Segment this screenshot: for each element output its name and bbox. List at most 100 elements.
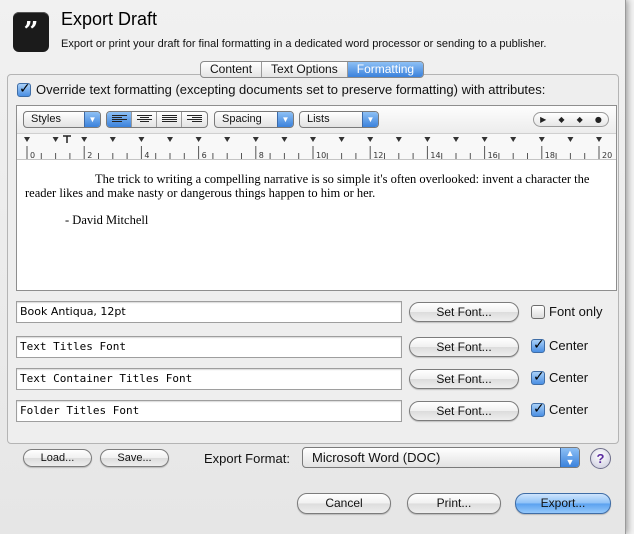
tab-stop-marker [52,137,59,142]
tab-stop-marker [195,137,202,142]
ruler-label: 2 [87,151,92,160]
export-format-value: Microsoft Word (DOC) [312,450,441,465]
tab-stop-marker [81,137,88,142]
dialog-subtitle: Export or print your draft for final for… [61,38,547,50]
tab-stop-marker [596,137,602,142]
ruler-label: 8 [259,151,264,160]
scrivener-app-icon: ” [13,12,49,52]
set-container-titles-font-button[interactable]: Set Font... [409,369,519,389]
preview-attribution: - David Mitchell [65,213,149,227]
tab-stop-marker [424,137,431,142]
tab-stop-marker [24,137,30,142]
override-formatting-label: Override text formatting (excepting docu… [36,82,546,97]
tab-stop-right-icon[interactable]: ● [595,113,602,126]
app-icon-glyph: ” [23,17,39,47]
spacing-popup[interactable]: Spacing ▼ [214,111,294,128]
lists-popup-label: Lists [307,113,330,125]
dialog-title: Export Draft [61,9,158,29]
tab-content[interactable]: Content [201,62,263,77]
set-body-font-button[interactable]: Set Font... [409,302,519,322]
format-preview-editor[interactable]: Styles ▼ Spacing ▼ Lists ▼ ▶ ◆ ◆ ● 0 2 4… [16,105,617,291]
export-format-select[interactable]: Microsoft Word (DOC) ▲ ▼ [302,447,580,468]
tab-stop-marker [167,137,173,142]
spacing-popup-label: Spacing [222,113,262,125]
tab-stop-controls[interactable]: ▶ ◆ ◆ ● [533,112,609,127]
align-justify-button[interactable] [157,112,182,127]
tab-stop-marker [281,137,288,142]
preview-text: The trick to writing a compelling narrat… [25,172,610,227]
popup-arrows-icon: ▼ [277,112,293,127]
tab-stop-marker [310,137,316,142]
export-format-label: Export Format: [204,451,290,466]
align-left-icon [112,115,127,124]
checkmark-icon: ✓ [533,401,545,417]
font-only-label: Font only [549,304,603,319]
popup-arrows-icon: ▼ [362,112,378,127]
ruler-label: 16 [488,151,498,160]
align-right-icon [187,115,202,124]
tab-stop-marker [138,137,145,142]
align-center-icon [137,115,152,124]
tab-stop-left-icon[interactable]: ▶ [540,113,546,126]
align-right-button[interactable] [182,112,207,127]
align-justify-icon [162,115,177,124]
tab-text-options[interactable]: Text Options [262,62,348,77]
body-font-field[interactable]: Book Antiqua, 12pt [16,301,402,323]
select-arrows-icon: ▲ ▼ [560,448,579,467]
folder-titles-center-checkbox[interactable]: ✓ [531,401,545,417]
ruler-label: 18 [545,151,555,160]
tab-stop-marker [395,137,402,142]
folder-titles-center-label: Center [549,402,589,417]
checkmark-icon: ✓ [533,337,545,353]
tab-stop-marker [567,137,574,142]
export-button[interactable]: Export... [515,493,611,514]
popup-arrows-icon: ▼ [84,112,100,127]
align-center-button[interactable] [132,112,157,127]
container-titles-center-checkbox[interactable]: ✓ [531,369,545,385]
tab-stop-marker [538,137,545,142]
styles-popup[interactable]: Styles ▼ [23,111,101,128]
text-titles-font-field[interactable]: Text Titles Font [16,336,402,358]
container-titles-center-label: Center [549,370,589,385]
tab-stop-marker [224,137,231,142]
set-text-titles-font-button[interactable]: Set Font... [409,337,519,357]
tab-stop-marker [109,137,116,142]
ruler-label: 10 [316,151,326,160]
tab-stop-marker [367,137,374,142]
tab-stop-marker [510,137,517,142]
container-titles-font-field[interactable]: Text Container Titles Font [16,368,402,390]
tab-formatting[interactable]: Formatting [347,62,424,77]
format-bar: Styles ▼ Spacing ▼ Lists ▼ ▶ ◆ ◆ ● [17,106,616,134]
text-ruler[interactable]: 0 2 4 6 8 10 12 14 16 18 20 [17,134,616,160]
alignment-segmented-control [106,111,208,128]
checkmark-icon: ✓ [19,81,31,97]
print-button[interactable]: Print... [407,493,501,514]
preview-paragraph: The trick to writing a compelling narrat… [25,172,590,200]
tab-bar: Content Text Options Formatting [200,61,425,78]
folder-titles-font-field[interactable]: Folder Titles Font [16,400,402,422]
ruler-ticks: 0 2 4 6 8 10 12 14 16 18 20 [24,135,612,160]
tab-stop-decimal-icon[interactable]: ◆ [577,113,583,126]
ruler-label: 20 [602,151,612,160]
tab-stop-marker [453,137,459,142]
load-button[interactable]: Load... [23,449,92,467]
cancel-button[interactable]: Cancel [297,493,391,514]
ruler-label: 6 [202,151,207,160]
lists-popup[interactable]: Lists ▼ [299,111,379,128]
help-button[interactable]: ? [590,448,611,469]
tab-stop-marker [252,137,259,142]
save-button[interactable]: Save... [100,449,169,467]
ruler-label: 12 [373,151,383,160]
override-formatting-checkbox[interactable]: ✓ [17,81,31,97]
tab-stop-marker [338,137,345,142]
ruler-label: 0 [30,151,35,160]
text-titles-center-checkbox[interactable]: ✓ [531,337,545,353]
set-folder-titles-font-button[interactable]: Set Font... [409,401,519,421]
align-left-button[interactable] [107,112,132,127]
styles-popup-label: Styles [31,113,61,125]
export-draft-sheet: ” Export Draft Export or print your draf… [0,0,626,534]
tab-stop-center-icon[interactable]: ◆ [558,113,564,126]
first-line-indent-marker [63,135,71,143]
font-only-checkbox[interactable] [531,305,545,319]
ruler-label: 14 [430,151,440,160]
